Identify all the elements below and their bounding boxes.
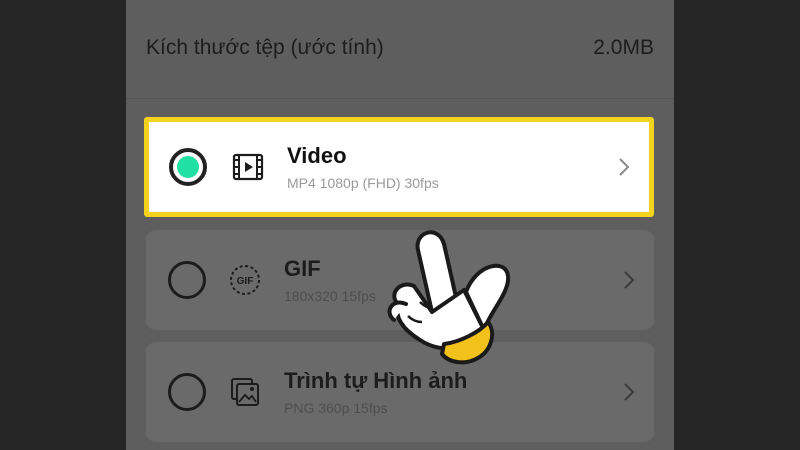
divider [126,98,674,99]
chevron-right-icon [619,158,630,176]
option-gif-text: GIF 180x320 15fps [284,256,376,304]
radio-image-sequence[interactable] [168,373,206,411]
radio-gif[interactable] [168,261,206,299]
option-video-subtitle: MP4 1080p (FHD) 30fps [287,175,439,191]
file-size-row: Kích thước tệp (ước tính) 2.0MB [126,18,674,78]
image-sequence-icon [231,378,259,406]
chevron-right-icon [624,271,635,289]
option-image-sequence-subtitle: PNG 360p 15fps [284,400,388,416]
file-size-label: Kích thước tệp (ước tính) [146,36,384,59]
gif-icon: GIF [230,265,260,295]
left-backdrop [0,0,126,450]
radio-video-selected[interactable] [169,148,207,186]
option-gif-title: GIF [284,256,321,281]
video-icon [232,153,264,181]
option-gif-subtitle: 180x320 15fps [284,288,376,304]
pointing-hand-icon [387,230,511,365]
option-video-text: Video MP4 1080p (FHD) 30fps [287,143,439,191]
file-size-value: 2.0MB [593,36,654,59]
chevron-right-icon [624,383,635,401]
option-video[interactable]: Video MP4 1080p (FHD) 30fps [144,117,654,217]
option-video-title: Video [287,143,347,168]
right-backdrop [674,0,800,450]
gif-icon-text: GIF [237,276,254,287]
